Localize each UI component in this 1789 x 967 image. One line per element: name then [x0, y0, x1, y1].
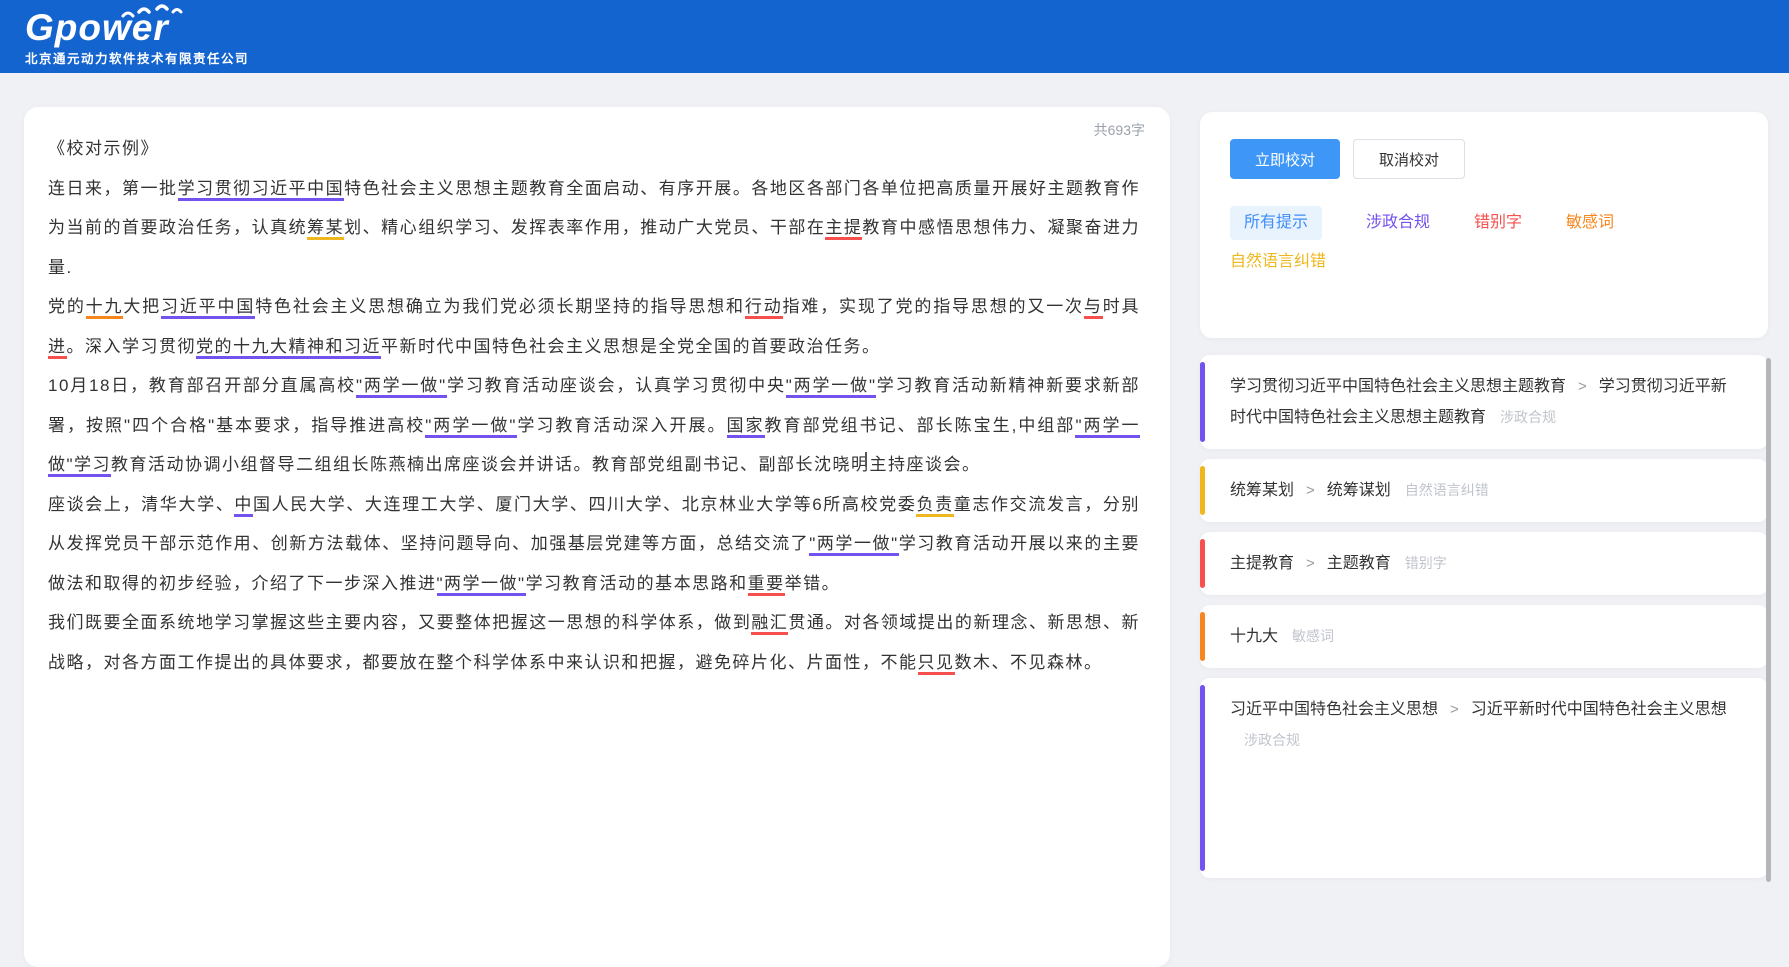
cancel-proofread-button[interactable]: 取消校对	[1353, 139, 1466, 179]
text-run: 划、精心组织学习、发挥表率作用，推动广大党员、干部在	[344, 218, 826, 237]
text-run: 学习教育活动深入开展。	[516, 415, 727, 435]
flagged-text-typo[interactable]: 重要	[747, 573, 785, 596]
flagged-text-typo[interactable]: 主提	[825, 218, 863, 240]
text-run: 指难，实现了党的指导思想的又一次	[782, 297, 1084, 316]
text-run: 大把	[123, 297, 162, 316]
text-run: 党的	[48, 297, 86, 316]
flagged-text-politics[interactable]: "两学一做"	[809, 534, 899, 556]
category-tag: 错别字	[1404, 555, 1447, 571]
logo: Gpower	[25, 4, 183, 47]
arrow-icon: >	[1578, 378, 1587, 395]
birds-icon	[121, 4, 183, 18]
category-color-bar	[1200, 362, 1205, 442]
text-run: 平新时代中国特色社会主义思想是全党全国的首要政治任务。	[381, 336, 881, 356]
filter-politics[interactable]: 涉政合规	[1366, 213, 1430, 233]
filter-all[interactable]: 所有提示	[1230, 206, 1323, 240]
flagged-text-politics[interactable]: "两学一做"	[425, 415, 517, 438]
category-color-bar	[1200, 466, 1205, 515]
proofread-button[interactable]: 立即校对	[1230, 139, 1341, 179]
original-text: 主提教育	[1230, 555, 1295, 572]
flagged-text-nlp[interactable]: 筹某	[307, 218, 345, 240]
flagged-text-typo[interactable]: 融汇	[751, 613, 789, 635]
corrections-list: 学习贯彻习近平中国特色社会主义思想主题教育 > 学习贯彻习近平新时代中国特色社会主义…	[1200, 355, 1768, 878]
flagged-text-politics[interactable]: "两学一做"	[785, 376, 877, 398]
correction-card[interactable]: 统筹某划 > 统筹谋划 自然语言纠错	[1200, 459, 1768, 522]
document-paragraph: 党的十九大把习近平中国特色社会主义思想确立为我们党必须长期坚持的指导思想和行动指…	[48, 287, 1140, 366]
text-run: 学习教育活动座谈会，认真学习贯彻中央	[446, 376, 786, 395]
filter-nlp[interactable]: 自然语言纠错	[1230, 252, 1326, 272]
original-text: 学习贯彻习近平中国特色社会主义思想主题教育	[1230, 378, 1567, 395]
flagged-text-sensitive[interactable]: 十九	[85, 297, 124, 319]
correction-card[interactable]: 习近平中国特色社会主义思想 > 习近平新时代中国特色社会主义思想涉政合规	[1200, 678, 1768, 878]
flagged-text-politics[interactable]: 习近平中国	[161, 297, 256, 319]
text-run: 教育活动协调小组督导二组组长陈燕楠出席座谈会并讲话。教育部党组副书记、副部长沈晓…	[111, 455, 981, 474]
category-color-bar	[1200, 685, 1205, 871]
button-row: 立即校对 取消校对	[1230, 139, 1738, 179]
text-run: 举错。	[784, 573, 841, 593]
original-text: 统筹某划	[1230, 482, 1295, 499]
flagged-text-typo[interactable]: 行动	[744, 297, 783, 319]
flagged-text-politics[interactable]: 国家	[726, 415, 765, 438]
category-tag: 自然语言纠错	[1404, 482, 1489, 498]
arrow-icon: >	[1450, 701, 1459, 718]
flagged-text-typo[interactable]: 只见	[917, 652, 955, 675]
company-name: 北京通元动力软件技术有限责任公司	[25, 52, 250, 66]
category-color-bar	[1200, 612, 1205, 661]
arrow-icon: >	[1306, 555, 1315, 572]
original-text: 习近平中国特色社会主义思想	[1230, 701, 1439, 718]
document-title: 《校对示例》	[48, 139, 159, 158]
text-run: 国人民大学、大连理工大学、厦门大学、四川大学、北京林业大学等6所高校党委	[253, 494, 917, 514]
suggested-text: 统筹谋划	[1326, 482, 1391, 499]
text-run: 教育部党组书记、部长陈宝生,中组部	[764, 415, 1076, 435]
text-run: 。深入学习贯彻	[66, 336, 196, 356]
flagged-text-typo[interactable]: 进	[48, 336, 67, 359]
text-run: 座谈会上，清华大学、	[48, 494, 235, 514]
filter-card: 立即校对 取消校对 所有提示 涉政合规 错别字 敏感词自然语言纠错	[1200, 112, 1768, 338]
flagged-text-politics[interactable]: "两学一做"	[436, 573, 526, 596]
document-paragraph: 连日来，第一批学习贯彻习近平中国特色社会主义思想主题教育全面启动、有序开展。各地…	[48, 169, 1140, 288]
flagged-text-nlp[interactable]: 负责	[916, 494, 954, 517]
suggested-text: 主题教育	[1326, 555, 1391, 572]
text-run: 连日来，第一批	[48, 178, 178, 198]
document-text[interactable]: 《校对示例》连日来，第一批学习贯彻习近平中国特色社会主义思想主题教育全面启动、有…	[24, 107, 1170, 682]
flagged-text-politics[interactable]: 学习贯彻习近平中国	[177, 178, 345, 201]
text-run: 10月18日，教育部召开部分直属高校	[48, 376, 356, 395]
panel-scrollbar[interactable]	[1766, 358, 1771, 882]
document-paragraph: 我们既要全面系统地学习掌握这些主要内容，又要整体把握这一思想的科学体系，做到融汇…	[48, 603, 1140, 682]
app-header: Gpower 北京通元动力软件技术有限责任公司	[0, 0, 1789, 73]
suggested-text: 习近平新时代中国特色社会主义思想	[1470, 701, 1727, 718]
text-run: 数木、不见森林。	[954, 652, 1103, 672]
category-tag: 涉政合规	[1244, 732, 1300, 748]
text-run: 特色社会主义思想确立为我们党必须长期坚持的指导思想和	[255, 297, 745, 316]
main-area: 共693字 《校对示例》 连日来，第一批学习贯彻习近平中国特色社会主义思想主题教育…	[0, 73, 1789, 967]
category-color-bar	[1200, 539, 1205, 588]
filter-tabs: 所有提示 涉政合规 错别字 敏感词自然语言纠错	[1230, 206, 1738, 272]
text-run: 学习教育活动的基本思路和	[525, 573, 748, 593]
proofread-panel: 立即校对 取消校对 所有提示 涉政合规 错别字 敏感词 自然语言纠错 学习贯彻习近平中国…	[1200, 112, 1768, 878]
category-tag: 涉政合规	[1500, 409, 1557, 425]
text-run: 我们既要全面系统地学习掌握这些主要内容，又要整体把握这一思想的科学体系，做到	[48, 613, 752, 632]
document-paragraph: 10月18日，教育部召开部分直属高校"两学一做"学习教育活动座谈会，认真学习贯彻…	[48, 366, 1141, 485]
document-card: 共693字 《校对示例》连日来，第一批学习贯彻习近平中国特色社会主义思想主题教育…	[24, 107, 1170, 967]
original-text: 十九大	[1230, 628, 1279, 645]
flagged-text-politics[interactable]: 党的十九大精神和习近	[196, 336, 381, 359]
text-run: 时具	[1102, 297, 1141, 316]
correction-card[interactable]: 主提教育 > 主题教育 错别字	[1200, 532, 1768, 595]
correction-card[interactable]: 十九大 敏感词	[1200, 605, 1768, 668]
filter-typo[interactable]: 错别字	[1474, 213, 1522, 233]
arrow-icon: >	[1306, 482, 1315, 499]
correction-card[interactable]: 学习贯彻习近平中国特色社会主义思想主题教育 > 学习贯彻习近平新时代中国特色社会主义…	[1200, 355, 1768, 449]
text-cursor	[865, 452, 867, 467]
document-paragraph: 座谈会上，清华大学、中国人民大学、大连理工大学、厦门大学、四川大学、北京林业大学…	[48, 485, 1140, 604]
category-tag: 敏感词	[1292, 628, 1335, 644]
flagged-text-typo[interactable]: 与	[1083, 297, 1103, 319]
word-count: 共693字	[1093, 122, 1145, 138]
flagged-text-politics[interactable]: "两学一做"	[355, 376, 447, 398]
filter-sensitive[interactable]: 敏感词	[1566, 213, 1614, 233]
flagged-text-politics[interactable]: 中	[234, 494, 254, 517]
